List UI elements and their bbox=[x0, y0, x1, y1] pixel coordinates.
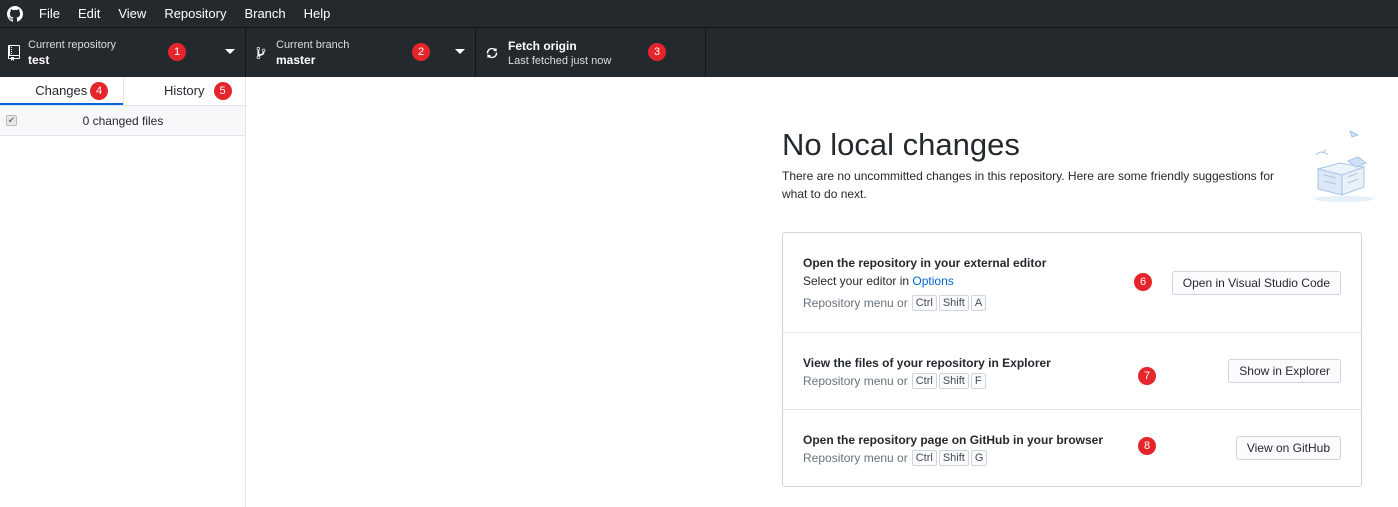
caret-down-icon bbox=[225, 49, 235, 54]
repo-icon bbox=[0, 44, 28, 61]
menu-view[interactable]: View bbox=[109, 0, 155, 27]
kbd-key: Shift bbox=[938, 450, 969, 466]
sidebar-tabs: Changes 4 History 5 bbox=[0, 77, 245, 106]
suggestions-card: Open the repository in your external edi… bbox=[782, 232, 1362, 487]
menu-help[interactable]: Help bbox=[295, 0, 340, 27]
kbd-key: G bbox=[970, 450, 988, 466]
tab-history-label: History bbox=[164, 83, 205, 98]
changes-header: ✔ 0 changed files bbox=[0, 106, 245, 136]
tab-changes-label: Changes bbox=[35, 83, 88, 98]
suggestion-title: Open the repository in your external edi… bbox=[803, 256, 1047, 270]
annotation-badge-3: 3 bbox=[648, 43, 666, 61]
current-branch-name: master bbox=[276, 52, 316, 67]
kbd-key: Shift bbox=[938, 295, 969, 311]
github-logo-icon bbox=[0, 0, 30, 27]
open-in-editor-button[interactable]: Open in Visual Studio Code bbox=[1171, 271, 1341, 295]
annotation-badge-5: 5 bbox=[213, 82, 232, 100]
menu-bar: File Edit View Repository Branch Help bbox=[0, 0, 1398, 27]
current-repository-name: test bbox=[28, 52, 50, 67]
suggestion-editor-line: Select your editor in Options bbox=[803, 274, 954, 288]
suggestion-view-on-github: Open the repository page on GitHub in yo… bbox=[783, 410, 1361, 486]
branch-icon bbox=[246, 46, 276, 60]
annotation-badge-1: 1 bbox=[168, 43, 186, 61]
annotation-badge-7: 7 bbox=[1138, 367, 1156, 385]
shortcut-hint: Repository menu or Ctrl Shift A bbox=[803, 295, 987, 311]
caret-down-icon bbox=[455, 49, 465, 54]
options-link[interactable]: Options bbox=[912, 274, 953, 288]
suggestion-title: View the files of your repository in Exp… bbox=[803, 356, 1051, 370]
menu-branch[interactable]: Branch bbox=[235, 0, 294, 27]
shortcut-hint-text: Repository menu or bbox=[803, 374, 908, 388]
suggestion-open-editor: Open the repository in your external edi… bbox=[783, 233, 1361, 333]
tab-history[interactable]: History 5 bbox=[122, 77, 246, 105]
current-repository-label: Current repository bbox=[28, 38, 117, 51]
shortcut-hint-text: Repository menu or bbox=[803, 451, 908, 465]
suggestion-editor-prefix: Select your editor in bbox=[803, 274, 910, 288]
current-branch-label: Current branch bbox=[276, 38, 350, 51]
suggestion-title: Open the repository page on GitHub in yo… bbox=[803, 433, 1104, 447]
empty-state-illustration bbox=[1308, 125, 1388, 205]
annotation-badge-2: 2 bbox=[412, 43, 430, 61]
shortcut-hint: Repository menu or Ctrl Shift F bbox=[803, 373, 986, 389]
annotation-badge-6: 6 bbox=[1134, 273, 1152, 291]
kbd-key: Ctrl bbox=[911, 450, 937, 466]
fetch-origin-button[interactable]: Fetch origin Last fetched just now 3 bbox=[476, 28, 706, 77]
kbd-key: Shift bbox=[938, 373, 969, 389]
page-title: No local changes bbox=[782, 127, 1020, 162]
current-repository-button[interactable]: Current repository test 1 bbox=[0, 28, 246, 77]
kbd-key: Ctrl bbox=[911, 373, 937, 389]
menu-file[interactable]: File bbox=[30, 0, 69, 27]
changed-files-count: 0 changed files bbox=[82, 113, 164, 128]
kbd-key: A bbox=[970, 295, 987, 311]
kbd-key: F bbox=[970, 373, 986, 389]
show-in-explorer-button[interactable]: Show in Explorer bbox=[1228, 359, 1341, 383]
main-panel: No local changes There are no uncommitte… bbox=[246, 77, 1398, 507]
sidebar: Changes 4 History 5 ✔ 0 changed files bbox=[0, 77, 246, 507]
kbd-key: Ctrl bbox=[911, 295, 937, 311]
tab-changes[interactable]: Changes 4 bbox=[0, 77, 123, 105]
toolbar: Current repository test 1 Current branch… bbox=[0, 27, 1398, 77]
menu-repository[interactable]: Repository bbox=[155, 0, 235, 27]
shortcut-hint-text: Repository menu or bbox=[803, 296, 908, 310]
page-subtitle: There are no uncommitted changes in this… bbox=[782, 169, 1275, 201]
suggestion-show-in-explorer: View the files of your repository in Exp… bbox=[783, 333, 1361, 410]
shortcut-hint: Repository menu or Ctrl Shift G bbox=[803, 450, 988, 466]
annotation-badge-8: 8 bbox=[1138, 437, 1156, 455]
current-branch-button[interactable]: Current branch master 2 bbox=[246, 28, 476, 77]
last-fetched-label: Last fetched just now bbox=[508, 54, 612, 67]
menu-edit[interactable]: Edit bbox=[69, 0, 109, 27]
sync-icon bbox=[476, 46, 508, 60]
annotation-badge-4: 4 bbox=[90, 82, 108, 100]
fetch-origin-title: Fetch origin bbox=[508, 38, 577, 53]
view-on-github-button[interactable]: View on GitHub bbox=[1235, 436, 1341, 460]
